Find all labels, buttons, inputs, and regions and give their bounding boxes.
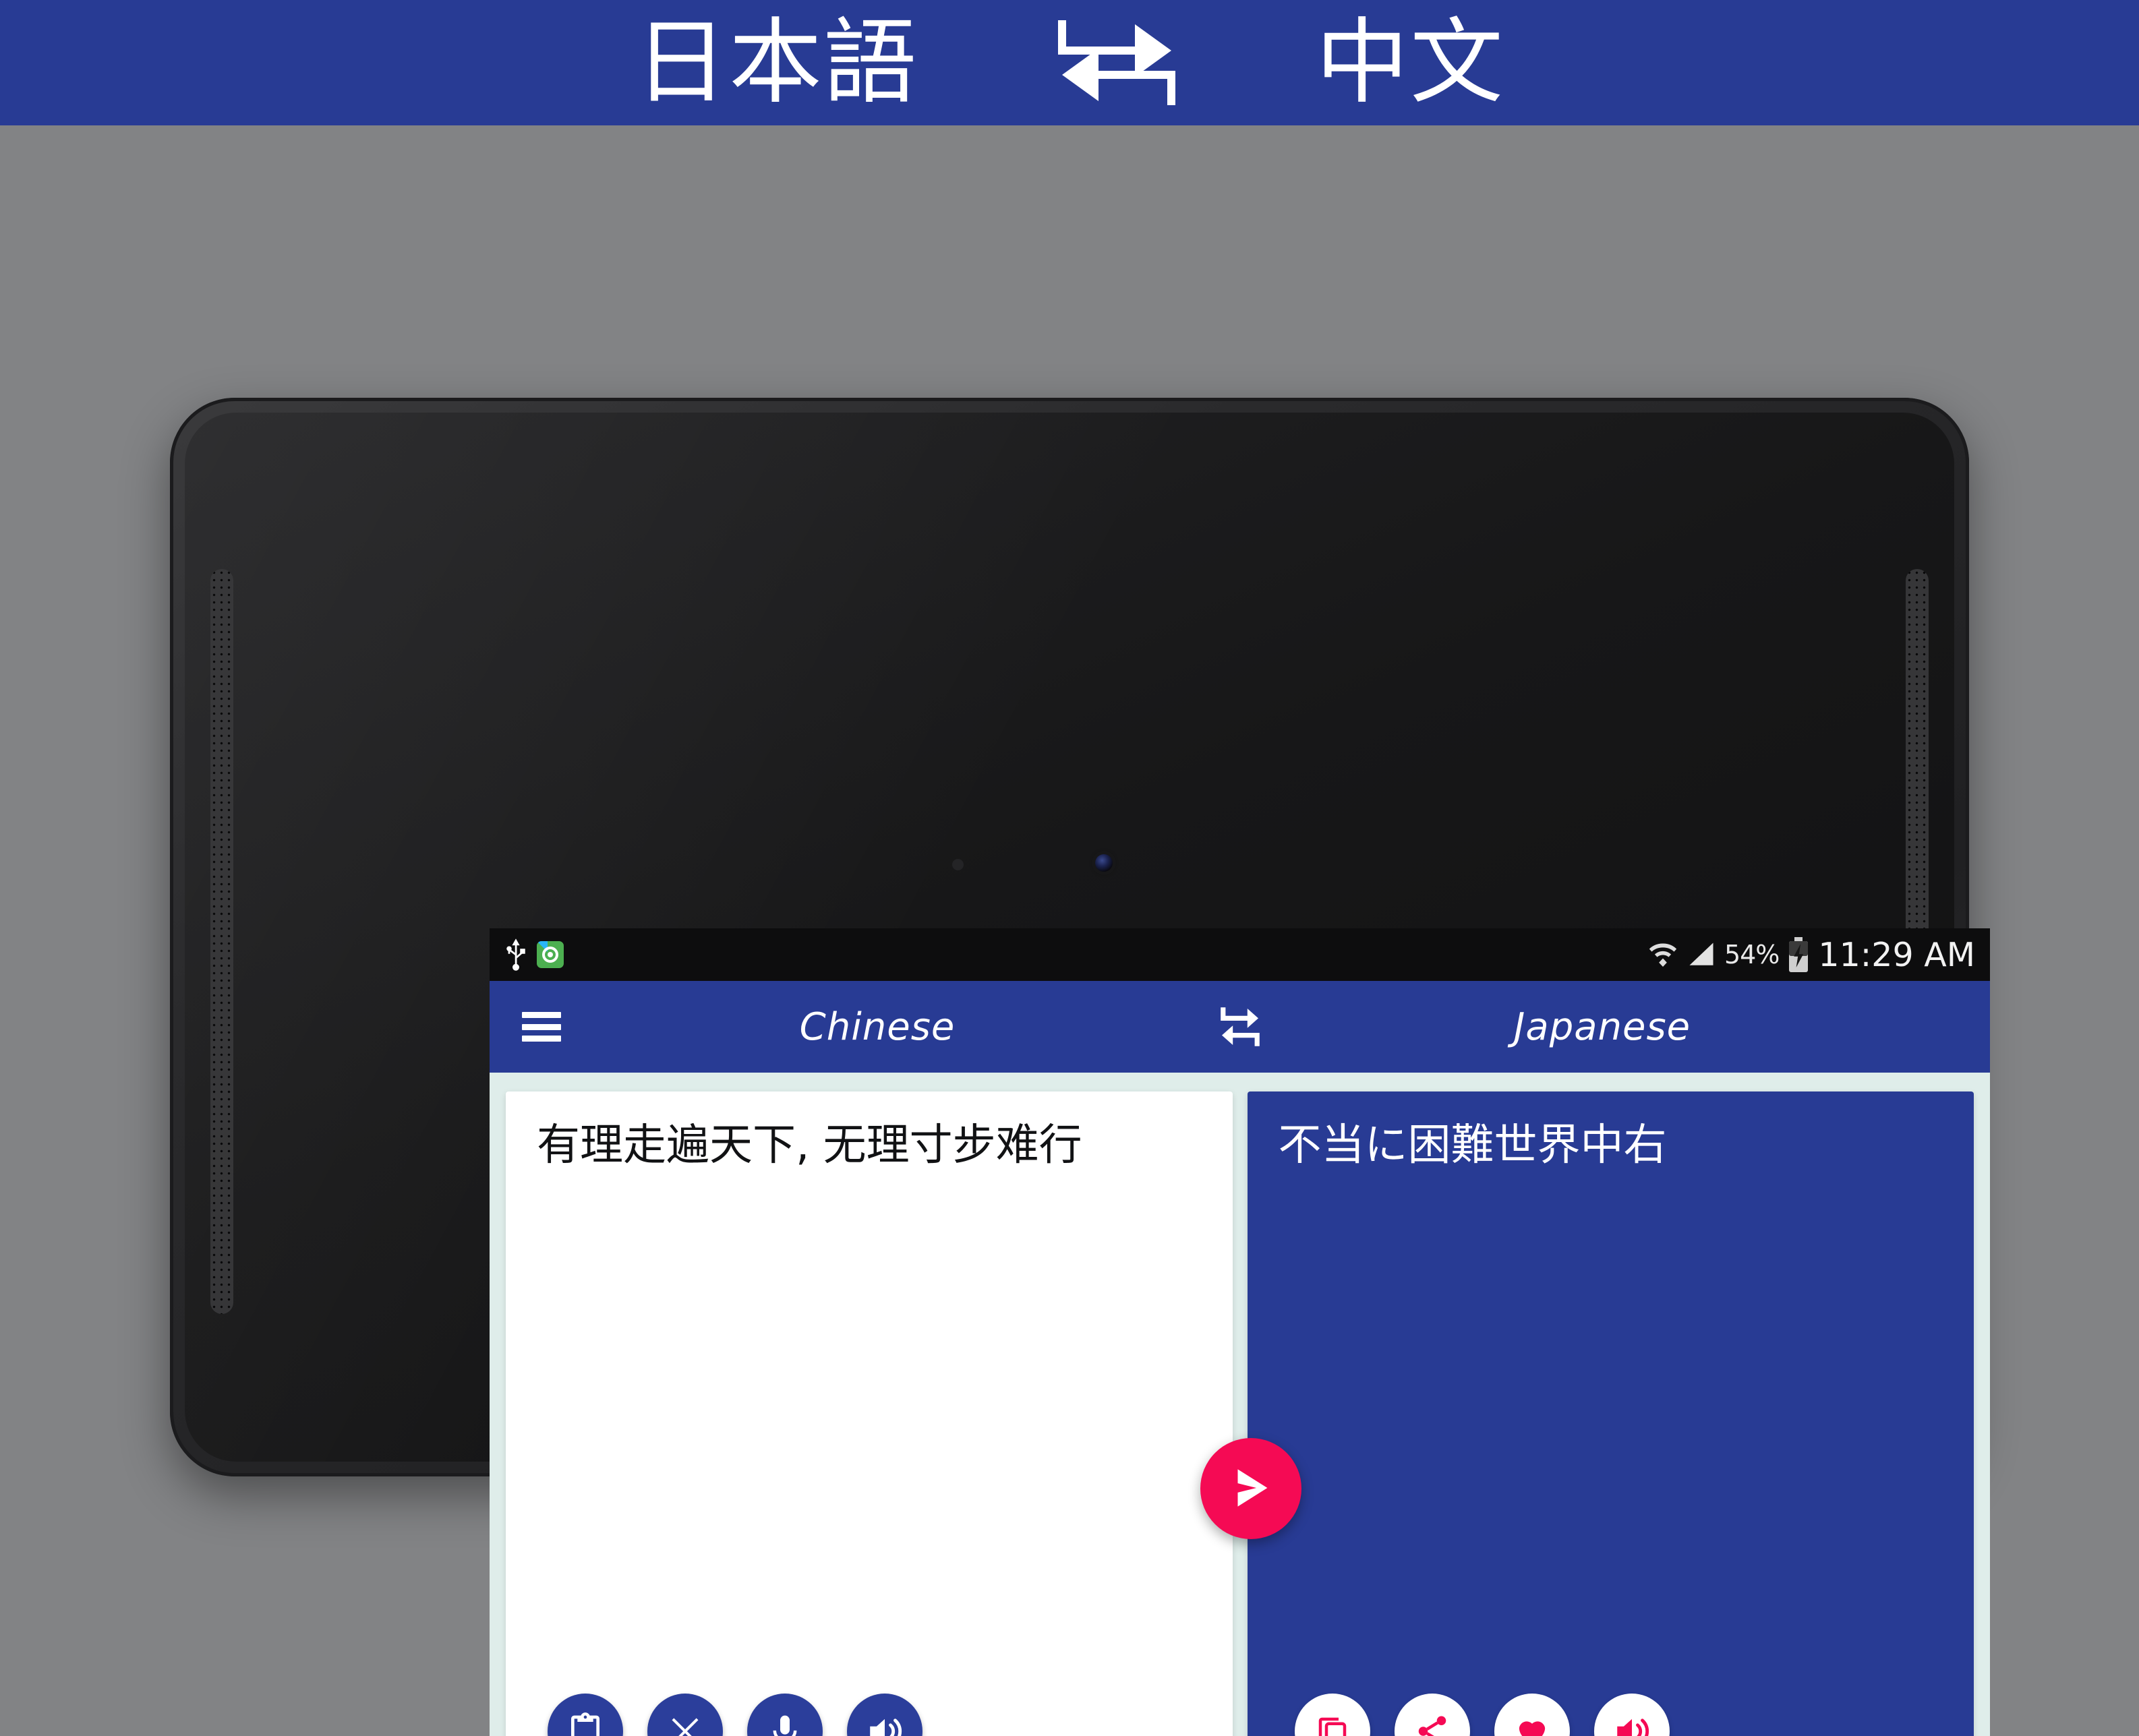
tablet-screen: 54% 11:29 AM Chinese Japanese 有理走遍天下, 无理… [490, 928, 1990, 1736]
speaker-grille-left [210, 569, 233, 1314]
swap-arrows-icon [1046, 9, 1188, 117]
source-actions [537, 1694, 1202, 1736]
translator-body: 有理走遍天下, 无理寸步难行 不当に困難世界中右 [490, 1073, 1990, 1736]
source-language-selector[interactable]: Chinese [490, 1005, 1265, 1049]
target-actions [1279, 1694, 1943, 1736]
front-camera-icon [1095, 854, 1113, 872]
listen-source-button[interactable] [847, 1694, 922, 1736]
screen-recorder-icon [537, 941, 564, 968]
wifi-icon [1647, 940, 1678, 969]
promo-left-language: 日本語 [634, 8, 918, 117]
speaker-volume-icon [1612, 1712, 1651, 1736]
clipboard-paste-icon [566, 1712, 604, 1736]
target-language-selector[interactable]: Japanese [1214, 1005, 1990, 1049]
status-bar-clock: 11:29 AM [1818, 935, 1975, 974]
speaker-volume-icon [865, 1712, 904, 1736]
android-status-bar: 54% 11:29 AM [490, 928, 1990, 981]
target-text: 不当に困難世界中右 [1278, 1120, 1667, 1170]
share-icon [1414, 1713, 1451, 1736]
share-button[interactable] [1394, 1694, 1470, 1736]
favorite-button[interactable] [1494, 1694, 1570, 1736]
battery-percentage: 54% [1724, 940, 1780, 969]
copy-button[interactable] [1294, 1694, 1370, 1736]
close-x-icon [668, 1714, 703, 1736]
translate-button[interactable] [1200, 1438, 1301, 1539]
proximity-sensor [952, 859, 964, 870]
copy-icon [1314, 1713, 1351, 1736]
paste-button[interactable] [548, 1694, 623, 1736]
status-bar-left-icons [506, 938, 564, 971]
screenshot-stage: 日本語 中文 54% 11:29 AM Chinese Japanese 有理走… [0, 0, 2139, 1736]
status-bar-right-icons: 54% 11:29 AM [1647, 936, 1975, 974]
target-text-panel[interactable]: 不当に困難世界中右 [1247, 1091, 1974, 1736]
usb-icon [506, 938, 526, 971]
source-text[interactable]: 有理走遍天下, 无理寸步难行 [537, 1118, 1202, 1694]
listen-target-button[interactable] [1593, 1694, 1670, 1736]
promo-banner: 日本語 中文 [0, 0, 2139, 125]
speak-button[interactable] [747, 1694, 823, 1736]
microphone-icon [766, 1712, 804, 1736]
heart-icon [1513, 1712, 1551, 1736]
app-toolbar: Chinese Japanese [490, 981, 1990, 1073]
cellular-signal-icon [1687, 940, 1716, 969]
battery-charging-icon [1788, 937, 1809, 972]
tablet-device: 54% 11:29 AM Chinese Japanese 有理走遍天下, 无理… [170, 398, 1990, 1736]
send-arrow-icon [1225, 1462, 1277, 1516]
source-text-panel[interactable]: 有理走遍天下, 无理寸步难行 [506, 1091, 1233, 1736]
promo-right-language: 中文 [1316, 8, 1505, 117]
clear-button[interactable] [647, 1694, 723, 1736]
